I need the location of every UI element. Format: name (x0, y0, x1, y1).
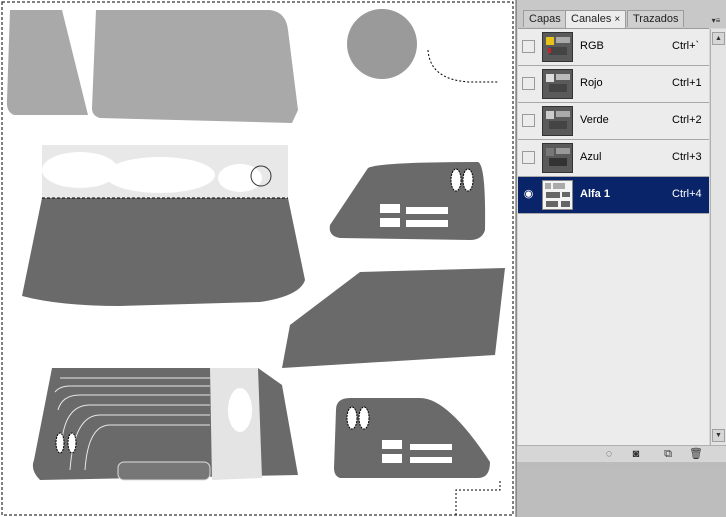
tab-trazados[interactable]: Trazados (627, 10, 685, 27)
panel-menu-icon[interactable]: ▾≡ (709, 16, 723, 26)
channel-shortcut: Ctrl+2 (672, 114, 702, 126)
tab-label: Trazados (633, 13, 679, 25)
channel-row-alfa-1[interactable]: ◉ Alfa 1 Ctrl+4 (518, 177, 709, 214)
channel-row-verde[interactable]: Verde Ctrl+2 (518, 103, 709, 140)
channel-shortcut: Ctrl+3 (672, 151, 702, 163)
channel-name: Verde (580, 114, 609, 126)
tab-label: Capas (529, 13, 561, 25)
visibility-toggle[interactable] (522, 40, 535, 53)
channel-row-azul[interactable]: Azul Ctrl+3 (518, 140, 709, 177)
tab-canales[interactable]: Canales × (565, 10, 627, 28)
panel-bottom-bar: ◌ ◙ ⧉ 🗑 (517, 445, 726, 463)
panel-grip[interactable] (517, 462, 726, 470)
scroll-down-icon[interactable]: ▼ (712, 429, 725, 442)
eye-icon: ◉ (523, 188, 534, 200)
tab-label: Canales (571, 13, 612, 25)
channel-shortcut: Ctrl+4 (672, 188, 702, 200)
channel-row-rojo[interactable]: Rojo Ctrl+1 (518, 66, 709, 103)
close-icon[interactable]: × (614, 14, 620, 25)
panel-dock-area (516, 462, 726, 517)
channel-thumbnail (542, 106, 573, 136)
channel-thumbnail (542, 69, 573, 99)
channel-shortcut: Ctrl+` (672, 40, 700, 52)
visibility-toggle[interactable]: ◉ (522, 188, 535, 201)
alpha-channel-image (1, 1, 514, 516)
channel-thumbnail (542, 180, 573, 210)
channel-name: Alfa 1 (580, 188, 610, 200)
channels-panel: Capas Canales × Trazados ▾≡ RGB Ctrl+` Ro… (516, 0, 726, 463)
save-selection-icon[interactable]: ◙ (630, 448, 642, 460)
new-channel-icon[interactable]: ⧉ (662, 448, 674, 460)
load-selection-icon[interactable]: ◌ (603, 448, 615, 460)
channel-thumbnail (542, 32, 573, 62)
channel-row-rgb[interactable]: RGB Ctrl+` (518, 29, 709, 66)
document-canvas[interactable] (0, 0, 515, 517)
panel-tab-bar: Capas Canales × Trazados ▾≡ (517, 0, 726, 28)
vertical-scrollbar[interactable]: ▲ ▼ (710, 29, 726, 445)
channel-thumbnail (542, 143, 573, 173)
tab-capas[interactable]: Capas (523, 10, 567, 27)
delete-channel-icon[interactable]: 🗑 (689, 448, 703, 460)
channel-list: RGB Ctrl+` Rojo Ctrl+1 Verde Ctrl+2 Azul (518, 28, 709, 445)
visibility-toggle[interactable] (522, 114, 535, 127)
channel-name: Azul (580, 151, 602, 163)
scroll-up-icon[interactable]: ▲ (712, 32, 725, 45)
visibility-toggle[interactable] (522, 151, 535, 164)
channel-name: Rojo (580, 77, 603, 89)
channel-name: RGB (580, 40, 604, 52)
visibility-toggle[interactable] (522, 77, 535, 90)
channel-shortcut: Ctrl+1 (672, 77, 702, 89)
